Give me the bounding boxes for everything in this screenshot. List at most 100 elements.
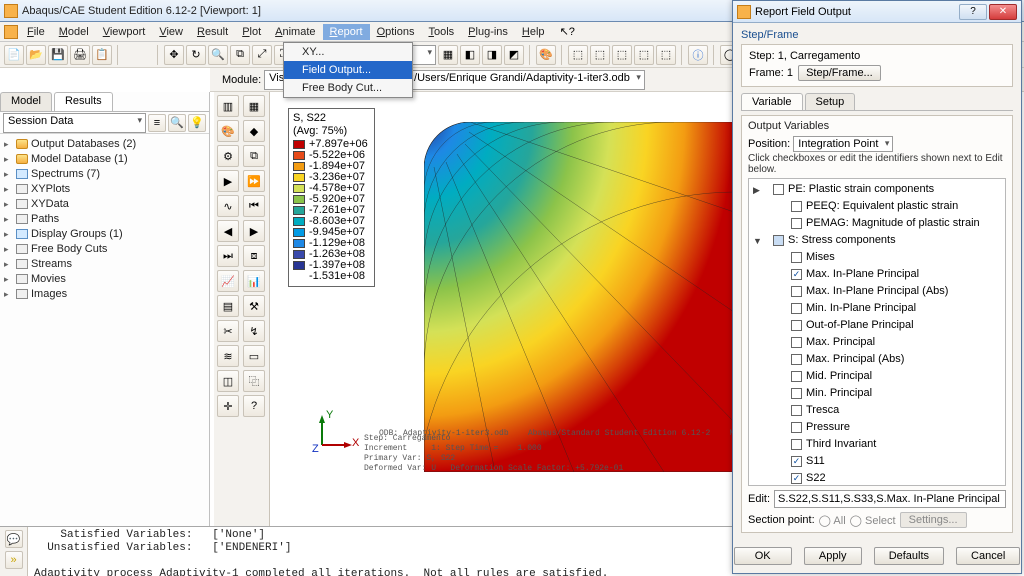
node-max-in-plane-principal[interactable]: Max. In-Plane Principal	[806, 268, 919, 280]
iso2-icon[interactable]: ⬚	[590, 45, 610, 65]
tree-xydata[interactable]: XYData	[31, 198, 69, 210]
node-s22[interactable]: S22	[806, 472, 826, 484]
iso5-icon[interactable]: ⬚	[656, 45, 676, 65]
node-mises[interactable]: Mises	[806, 251, 835, 263]
rotate-icon[interactable]: ↻	[186, 45, 206, 65]
odb-path-select[interactable]: C:/Users/Enrique Grandi/Adaptivity-1-ite…	[398, 70, 645, 90]
console-msg-icon[interactable]: 💬	[5, 530, 23, 548]
chk-max-principal[interactable]	[791, 337, 802, 348]
animate-harmonic-icon[interactable]: ∿	[217, 195, 239, 217]
ply-icon[interactable]: ▭	[243, 345, 265, 367]
xy-data-icon[interactable]: 📈	[217, 270, 239, 292]
tab-setup[interactable]: Setup	[805, 93, 856, 110]
console-cmd-icon[interactable]: »	[5, 551, 23, 569]
menu-report-field-output[interactable]: Field Output...	[284, 61, 412, 79]
odb-display-icon[interactable]: ◫	[217, 370, 239, 392]
freebody-icon[interactable]: ↯	[243, 320, 265, 342]
tree-display-groups[interactable]: Display Groups (1)	[31, 228, 123, 240]
node-max-principal[interactable]: Max. Principal	[806, 336, 875, 348]
menu-viewport[interactable]: Viewport	[96, 24, 153, 40]
chk-s22[interactable]	[791, 473, 802, 484]
chk-third-invariant[interactable]	[791, 439, 802, 450]
chk-out-of-plane-principal[interactable]	[791, 320, 802, 331]
edit-field[interactable]	[774, 490, 1006, 508]
superimpose-icon[interactable]: ⧉	[243, 145, 265, 167]
node-pressure[interactable]: Pressure	[806, 421, 850, 433]
output-variables-tree[interactable]: ▶PE: Plastic strain components PEEQ: Equ…	[748, 178, 1006, 486]
perspective-icon[interactable]: ▦	[438, 45, 458, 65]
node-min-principal[interactable]: Min. Principal	[806, 387, 872, 399]
zoom-box-icon[interactable]: ⧉	[230, 45, 250, 65]
menu-animate[interactable]: Animate	[268, 24, 322, 40]
dialog-help-button[interactable]: ?	[959, 4, 987, 20]
session-data-select[interactable]: Session Data	[3, 113, 146, 133]
chk-min-principal[interactable]	[791, 388, 802, 399]
tree-free-body-cuts[interactable]: Free Body Cuts	[31, 243, 107, 255]
node-max-in-plane-principal-abs-[interactable]: Max. In-Plane Principal (Abs)	[806, 285, 948, 297]
first-frame-icon[interactable]: ⏮	[243, 195, 265, 217]
node-min-in-plane-principal[interactable]: Min. In-Plane Principal	[806, 302, 916, 314]
menu-plot[interactable]: Plot	[235, 24, 268, 40]
render-shaded-icon[interactable]: 🎨	[536, 45, 556, 65]
chk-s11[interactable]	[791, 456, 802, 467]
node-peeq[interactable]: PEEQ: Equivalent plastic strain	[806, 200, 958, 212]
dialog-close-button[interactable]: ✕	[989, 4, 1017, 20]
tree-output-databases[interactable]: Output Databases (2)	[31, 138, 136, 150]
plot-symbols-icon[interactable]: ◆	[243, 120, 265, 142]
animate-time-icon[interactable]: ⏩	[243, 170, 265, 192]
plot-undeformed-icon[interactable]: ▥	[217, 95, 239, 117]
result-opts-icon[interactable]: ⚒	[243, 295, 265, 317]
node-tresca[interactable]: Tresca	[806, 404, 839, 416]
tree-paths[interactable]: Paths	[31, 213, 59, 225]
chk-min-in-plane-principal[interactable]	[791, 303, 802, 314]
copy-icon[interactable]: 📋	[92, 45, 112, 65]
probe-icon[interactable]: ✛	[217, 395, 239, 417]
query-icon[interactable]: ?	[243, 395, 265, 417]
node-s[interactable]: S: Stress components	[788, 234, 896, 246]
chk-pe[interactable]	[773, 184, 784, 195]
tree-movies[interactable]: Movies	[31, 273, 66, 285]
menu-tools[interactable]: Tools	[421, 24, 461, 40]
view2-icon[interactable]: ◨	[482, 45, 502, 65]
node-pemag[interactable]: PEMAG: Magnitude of plastic strain	[806, 217, 980, 229]
chk-max-in-plane-principal-abs-[interactable]	[791, 286, 802, 297]
chk-tresca[interactable]	[791, 405, 802, 416]
sp-all-radio[interactable]: ◯ All	[819, 514, 846, 527]
menu-report-xy[interactable]: XY...	[284, 43, 412, 61]
node-out-of-plane-principal[interactable]: Out-of-Plane Principal	[806, 319, 914, 331]
chk-mises[interactable]	[791, 252, 802, 263]
chk-pressure[interactable]	[791, 422, 802, 433]
node-mid-principal[interactable]: Mid. Principal	[806, 370, 872, 382]
node-max-principal-abs-[interactable]: Max. Principal (Abs)	[806, 353, 904, 365]
prev-frame-icon[interactable]: ◀	[217, 220, 239, 242]
menu-help[interactable]: Help	[515, 24, 552, 40]
sp-settings-button[interactable]: Settings...	[900, 512, 967, 528]
last-frame-icon[interactable]: ⏭	[217, 245, 239, 267]
menu-model[interactable]: Model	[52, 24, 96, 40]
node-third-invariant[interactable]: Third Invariant	[806, 438, 876, 450]
context-help-icon[interactable]: ↖?	[556, 25, 579, 38]
view1-icon[interactable]: ◧	[460, 45, 480, 65]
pan-icon[interactable]: ✥	[164, 45, 184, 65]
results-tree[interactable]: Output Databases (2) Model Database (1) …	[0, 134, 209, 305]
iso1-icon[interactable]: ⬚	[568, 45, 588, 65]
chk-peeq[interactable]	[791, 201, 802, 212]
ok-button[interactable]: OK	[734, 547, 792, 565]
iso3-icon[interactable]: ⬚	[612, 45, 632, 65]
cancel-button[interactable]: Cancel	[956, 547, 1020, 565]
position-select[interactable]: Integration Point	[793, 136, 893, 152]
info-icon[interactable]: ⓘ	[688, 45, 708, 65]
iso4-icon[interactable]: ⬚	[634, 45, 654, 65]
tree-model-database[interactable]: Model Database (1)	[31, 153, 128, 165]
common-opts-icon[interactable]: ⚙	[217, 145, 239, 167]
menu-report-free-body-cut[interactable]: Free Body Cut...	[284, 79, 412, 97]
view3-icon[interactable]: ◩	[504, 45, 524, 65]
menu-report[interactable]: Report	[323, 24, 370, 40]
tree-images[interactable]: Images	[31, 288, 67, 300]
menu-plug-ins[interactable]: Plug-ins	[461, 24, 515, 40]
apply-button[interactable]: Apply	[804, 547, 862, 565]
tree-xyplots[interactable]: XYPlots	[31, 183, 70, 195]
field-output-icon[interactable]: ▤	[217, 295, 239, 317]
tab-model[interactable]: Model	[0, 92, 52, 111]
tree-filter-icon[interactable]: 🔍	[168, 114, 186, 132]
